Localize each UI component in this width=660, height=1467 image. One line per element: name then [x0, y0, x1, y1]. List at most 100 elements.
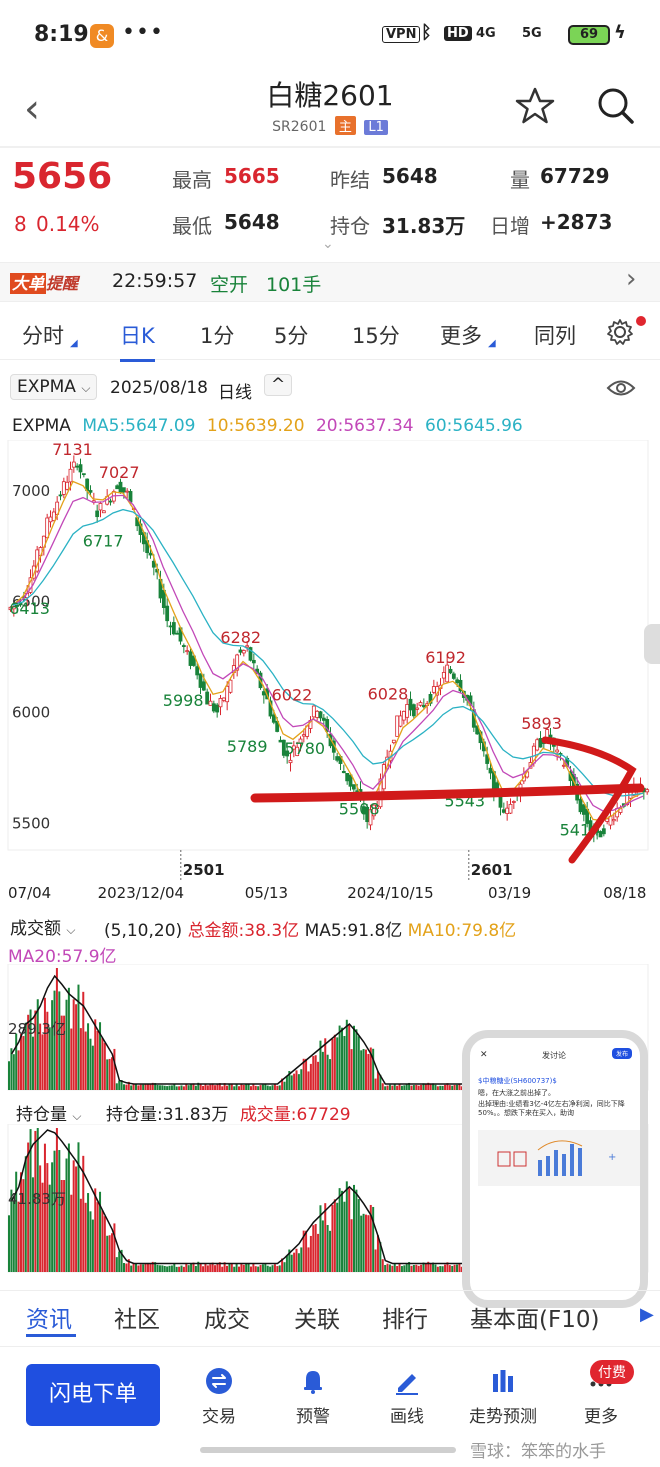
main-contract-tag: 主	[334, 116, 356, 135]
volume-bar	[113, 1048, 116, 1090]
popup-post-button[interactable]: 发布	[611, 1048, 632, 1059]
volume-bar	[216, 1084, 219, 1090]
forecast-tool[interactable]: 走势预测	[458, 1366, 548, 1427]
tab-trades[interactable]: 成交	[204, 1300, 250, 1334]
candle-body	[68, 468, 73, 483]
volume-bar	[101, 1210, 104, 1272]
tab-5min[interactable]: 5分	[274, 320, 308, 350]
volume-bar	[444, 1264, 447, 1272]
price-annotation: 5998	[163, 691, 204, 710]
volume-bar	[295, 1248, 298, 1272]
favorite-star-icon[interactable]	[515, 86, 555, 126]
turnover-select[interactable]: 成交额 ⌵	[8, 912, 78, 941]
volume-bar	[123, 1262, 125, 1272]
side-handle[interactable]	[644, 624, 660, 664]
big-order-alert-bar[interactable]	[0, 262, 660, 302]
volume-bar	[12, 1201, 15, 1272]
tab-15min[interactable]: 15分	[352, 320, 400, 350]
volume-bar	[161, 1085, 164, 1090]
volume-bar	[338, 1188, 341, 1272]
candlestick-chart[interactable]: 70006500600055002501 260107/04 2023/12/04 0…	[0, 440, 660, 910]
volume-bar	[372, 1048, 375, 1090]
tab-news[interactable]: 资讯	[26, 1300, 72, 1334]
tab-ranking[interactable]: 排行	[382, 1300, 428, 1334]
volume-bar	[77, 1142, 80, 1272]
volume-bar	[374, 1249, 377, 1272]
volume-bar	[202, 1266, 205, 1272]
volume-bar	[206, 1085, 209, 1090]
volume-bar	[367, 1215, 370, 1272]
volume-bar	[84, 1202, 87, 1272]
candle-body	[448, 668, 453, 674]
collapse-toggle-icon[interactable]: ^	[264, 374, 293, 396]
candle-body	[108, 500, 113, 503]
popup-stock-tag[interactable]: $中粮糖业(SH600737)$	[478, 1076, 557, 1086]
alert-chevron-icon[interactable]: ›	[626, 264, 636, 294]
tab-same-row[interactable]: 同列	[534, 320, 576, 350]
candle-body	[215, 704, 220, 713]
candle-body	[345, 773, 350, 782]
tab-daily-k[interactable]: 日K	[120, 320, 155, 362]
volume-bar	[182, 1086, 185, 1090]
expand-chevron-icon[interactable]: ⌄	[322, 236, 334, 252]
floating-discussion-window[interactable]: ✕ 发讨论 发布 $中粮糖业(SH600737)$ 嗯，在大涨之前出掉了。 出掉…	[462, 1030, 648, 1308]
volume-bar	[94, 1019, 97, 1090]
chart-date: 2025/08/18	[110, 378, 208, 398]
tab-related[interactable]: 关联	[294, 1300, 340, 1334]
volume-bar	[79, 1028, 82, 1090]
volume-bar	[257, 1086, 260, 1090]
tabs-scroll-arrow-icon[interactable]: ▶	[640, 1304, 654, 1325]
candle-body	[241, 650, 246, 654]
eye-icon[interactable]	[606, 378, 636, 398]
volume-bar	[75, 1004, 78, 1090]
trade-tool[interactable]: 交易	[174, 1366, 264, 1427]
tab-1min[interactable]: 1分	[200, 320, 234, 350]
candle-body	[318, 711, 323, 719]
volume-bar	[345, 1181, 348, 1272]
volume-bar	[46, 1163, 49, 1272]
indicator-select[interactable]: EXPMA ⌵	[10, 374, 98, 400]
volume-bar	[393, 1083, 396, 1090]
volume-value: 67729	[540, 164, 610, 188]
volume-bar	[412, 1264, 415, 1272]
tab-more[interactable]: 更多	[440, 320, 482, 350]
tab-intraday[interactable]: 分时	[22, 320, 64, 350]
flash-order-button[interactable]: 闪电下单	[26, 1364, 160, 1426]
volume-bar	[24, 1156, 27, 1272]
candle-body	[121, 487, 126, 493]
contract-marker-label: 2501	[183, 861, 225, 879]
volume-bar	[170, 1265, 173, 1272]
volume-bar	[190, 1263, 193, 1272]
volume-bar	[130, 1265, 133, 1272]
search-icon[interactable]	[596, 86, 636, 126]
draw-tool[interactable]: 画线	[362, 1366, 452, 1427]
volume-bar	[15, 1171, 18, 1272]
candle-body	[168, 625, 173, 628]
popup-line1: 嗯，在大涨之前出掉了。	[478, 1089, 555, 1097]
volume-bar	[252, 1084, 255, 1090]
toolbar-divider	[0, 1346, 660, 1347]
volume-bar	[242, 1084, 245, 1090]
alert-tool[interactable]: 预警	[268, 1366, 358, 1427]
candle-body	[351, 784, 356, 790]
home-indicator[interactable]	[200, 1447, 456, 1453]
volume-bar	[278, 1265, 281, 1272]
tab-fundamentals[interactable]: 基本面(F10)	[470, 1300, 599, 1334]
volume-bar	[412, 1085, 415, 1090]
volume-bar	[235, 1263, 238, 1272]
popup-close-icon[interactable]: ✕	[480, 1050, 488, 1060]
candle-body	[198, 673, 203, 688]
volume-bar	[125, 1084, 128, 1090]
volume-bar	[137, 1265, 140, 1272]
high-label: 最高	[172, 168, 212, 192]
oi-select[interactable]: 持仓量 ⌵	[16, 1100, 82, 1125]
volume-bar	[439, 1266, 442, 1272]
candle-body	[45, 517, 50, 539]
oi-chevron-icon: ⌵	[72, 1109, 82, 1123]
volume-bar	[307, 1071, 310, 1090]
volume-bar	[43, 997, 46, 1090]
vpn-icon: VPN	[382, 26, 421, 43]
tab-community[interactable]: 社区	[114, 1300, 160, 1334]
settings-gear-icon[interactable]	[606, 318, 634, 346]
volume-bar	[312, 1056, 315, 1090]
